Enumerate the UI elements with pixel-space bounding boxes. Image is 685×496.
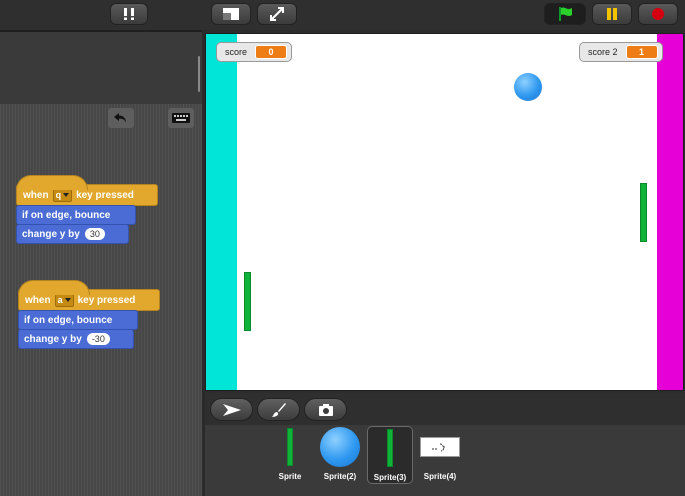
sprite-name: Sprite(4) [423, 472, 457, 481]
sprite-tile[interactable]: Sprite(4) [417, 426, 463, 484]
drawing-thumbnail [420, 426, 460, 468]
left-wall [206, 34, 237, 390]
when-key-pressed-block[interactable]: when q key pressed [16, 175, 158, 206]
stage[interactable]: score 0 score 2 1 [205, 33, 684, 391]
block-palette [0, 30, 202, 104]
sprite-name: Sprite [278, 472, 302, 481]
key-dropdown[interactable]: a [54, 293, 74, 307]
number-input[interactable]: 30 [84, 228, 105, 240]
tips-button[interactable] [110, 3, 148, 25]
stop-icon [652, 8, 664, 20]
arrow-pointer-icon [222, 403, 241, 416]
paint-tool-button[interactable] [257, 398, 300, 421]
scratch-editor: when q key pressed if on edge, bounce ch… [0, 0, 685, 496]
palette-scrollbar[interactable] [198, 56, 200, 92]
hat-when-text: when [25, 294, 51, 306]
small-stage-button[interactable] [211, 3, 251, 25]
hat-rest-text: key pressed [76, 189, 134, 201]
if-on-edge-bounce-block[interactable]: if on edge, bounce [18, 310, 138, 330]
exclamation-icon [124, 8, 134, 20]
sprite-name: Sprite(2) [323, 472, 357, 481]
right-paddle-sprite[interactable] [640, 183, 647, 242]
ball-thumbnail [320, 426, 360, 468]
block-text: change y by [22, 228, 80, 240]
sprite-tile[interactable]: Sprite [267, 426, 313, 484]
pause-button[interactable] [592, 3, 632, 25]
sprite-name: Sprite(3) [373, 473, 407, 482]
sprite-tile-selected[interactable]: Sprite(3) [367, 426, 413, 484]
stop-button[interactable] [638, 3, 678, 25]
key-value: a [57, 295, 63, 305]
key-dropdown[interactable]: q [52, 188, 73, 202]
green-flag-icon [559, 7, 572, 21]
fullscreen-button[interactable] [257, 3, 297, 25]
key-value: q [55, 190, 62, 200]
keyboard-button[interactable] [168, 108, 194, 128]
number-input[interactable]: -30 [86, 333, 110, 345]
paddle-thumbnail [387, 427, 393, 469]
paintbrush-icon [271, 402, 286, 417]
block-text: change y by [24, 333, 82, 345]
undo-icon [114, 113, 126, 123]
monitor-label: score 2 [588, 47, 618, 57]
hat-when-text: when [23, 189, 49, 201]
chevron-down-icon [63, 193, 70, 197]
hat-rest-text: key pressed [77, 294, 136, 306]
select-tool-button[interactable] [210, 398, 253, 421]
top-toolbar [0, 0, 685, 30]
camera-tool-button[interactable] [304, 398, 347, 421]
camera-icon [318, 403, 333, 416]
pause-icon [607, 8, 617, 20]
block-text: if on edge, bounce [24, 314, 113, 326]
chevron-down-icon [64, 298, 71, 302]
when-key-pressed-block[interactable]: when a key pressed [18, 280, 160, 311]
ball-sprite[interactable] [514, 73, 542, 101]
fullscreen-icon [270, 7, 284, 21]
right-wall [657, 34, 683, 390]
monitor-value: 0 [255, 45, 288, 59]
small-stage-icon [223, 8, 239, 20]
monitor-label: score [225, 47, 248, 57]
monitor-value: 1 [625, 45, 658, 59]
score-2-monitor[interactable]: score 2 1 [579, 42, 663, 62]
block-text: if on edge, bounce [22, 209, 111, 221]
keyboard-icon [172, 113, 190, 123]
undo-button[interactable] [108, 108, 134, 128]
sprite-tile[interactable]: Sprite(2) [317, 426, 363, 484]
change-y-by-block[interactable]: change y by -30 [18, 329, 134, 349]
left-paddle-sprite[interactable] [244, 272, 251, 331]
if-on-edge-bounce-block[interactable]: if on edge, bounce [16, 205, 136, 225]
green-flag-button[interactable] [544, 3, 586, 25]
score-monitor[interactable]: score 0 [216, 42, 293, 62]
paddle-thumbnail [287, 426, 293, 468]
change-y-by-block[interactable]: change y by 30 [16, 224, 129, 244]
